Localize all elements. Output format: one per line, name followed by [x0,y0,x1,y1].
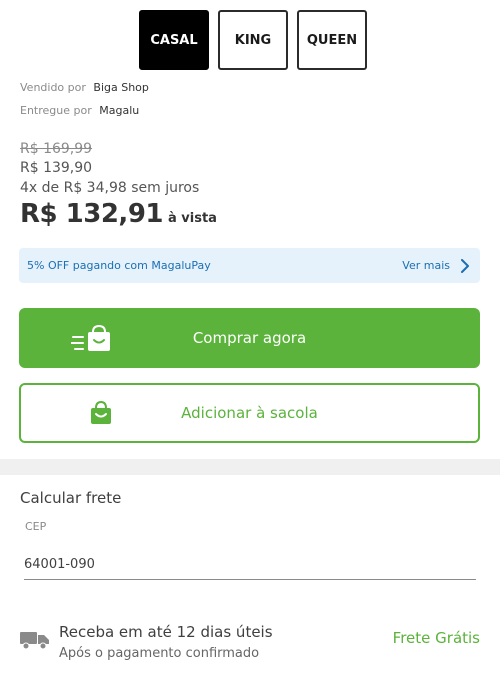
sold-by-label: Vendido por [20,81,86,94]
cep-input[interactable] [24,550,476,580]
add-to-bag-label: Adicionar à sacola [181,404,318,422]
sold-by-value[interactable]: Biga Shop [93,81,149,94]
shipping-price: Frete Grátis [392,629,480,647]
delivered-by: Entregue por Magalu [20,104,139,117]
section-divider [0,459,500,475]
cash-price: R$ 132,91 à vista [20,199,217,229]
promo-text: 5% OFF pagando com MagaluPay [27,259,211,272]
sold-by: Vendido por Biga Shop [20,81,149,94]
buy-now-label: Comprar agora [192,329,307,347]
size-selector: CASAL KING QUEEN [139,10,367,70]
original-price: R$ 169,99 [20,141,93,157]
promo-see-more-link[interactable]: Ver mais [402,258,472,273]
fast-shopping-bag-icon [71,324,110,351]
delivered-by-label: Entregue por [20,104,92,117]
buy-now-button[interactable]: Comprar agora [19,308,480,368]
promo-see-more-label: Ver mais [402,259,450,272]
cep-label: CEP [25,520,47,533]
freight-title: Calcular frete [20,489,122,507]
price: R$ 139,90 [20,160,93,176]
magalupay-promo-banner[interactable]: 5% OFF pagando com MagaluPay Ver mais [19,248,480,283]
delivered-by-value: Magalu [99,104,140,117]
delivery-estimate-subtitle: Após o pagamento confirmado [59,646,260,661]
installments-text: 4x de R$ 34,98 sem juros [20,180,200,196]
truck-icon [20,632,49,649]
size-option-queen[interactable]: QUEEN [297,10,367,70]
cash-price-suffix: à vista [168,211,217,226]
size-option-king[interactable]: KING [218,10,288,70]
cash-price-value: R$ 132,91 [20,199,164,229]
add-to-bag-button[interactable]: Adicionar à sacola [19,383,480,443]
size-option-casal[interactable]: CASAL [139,10,209,70]
delivery-estimate-title: Receba em até 12 dias úteis [59,623,273,641]
shopping-bag-icon [91,401,111,424]
chevron-right-icon [461,258,469,273]
